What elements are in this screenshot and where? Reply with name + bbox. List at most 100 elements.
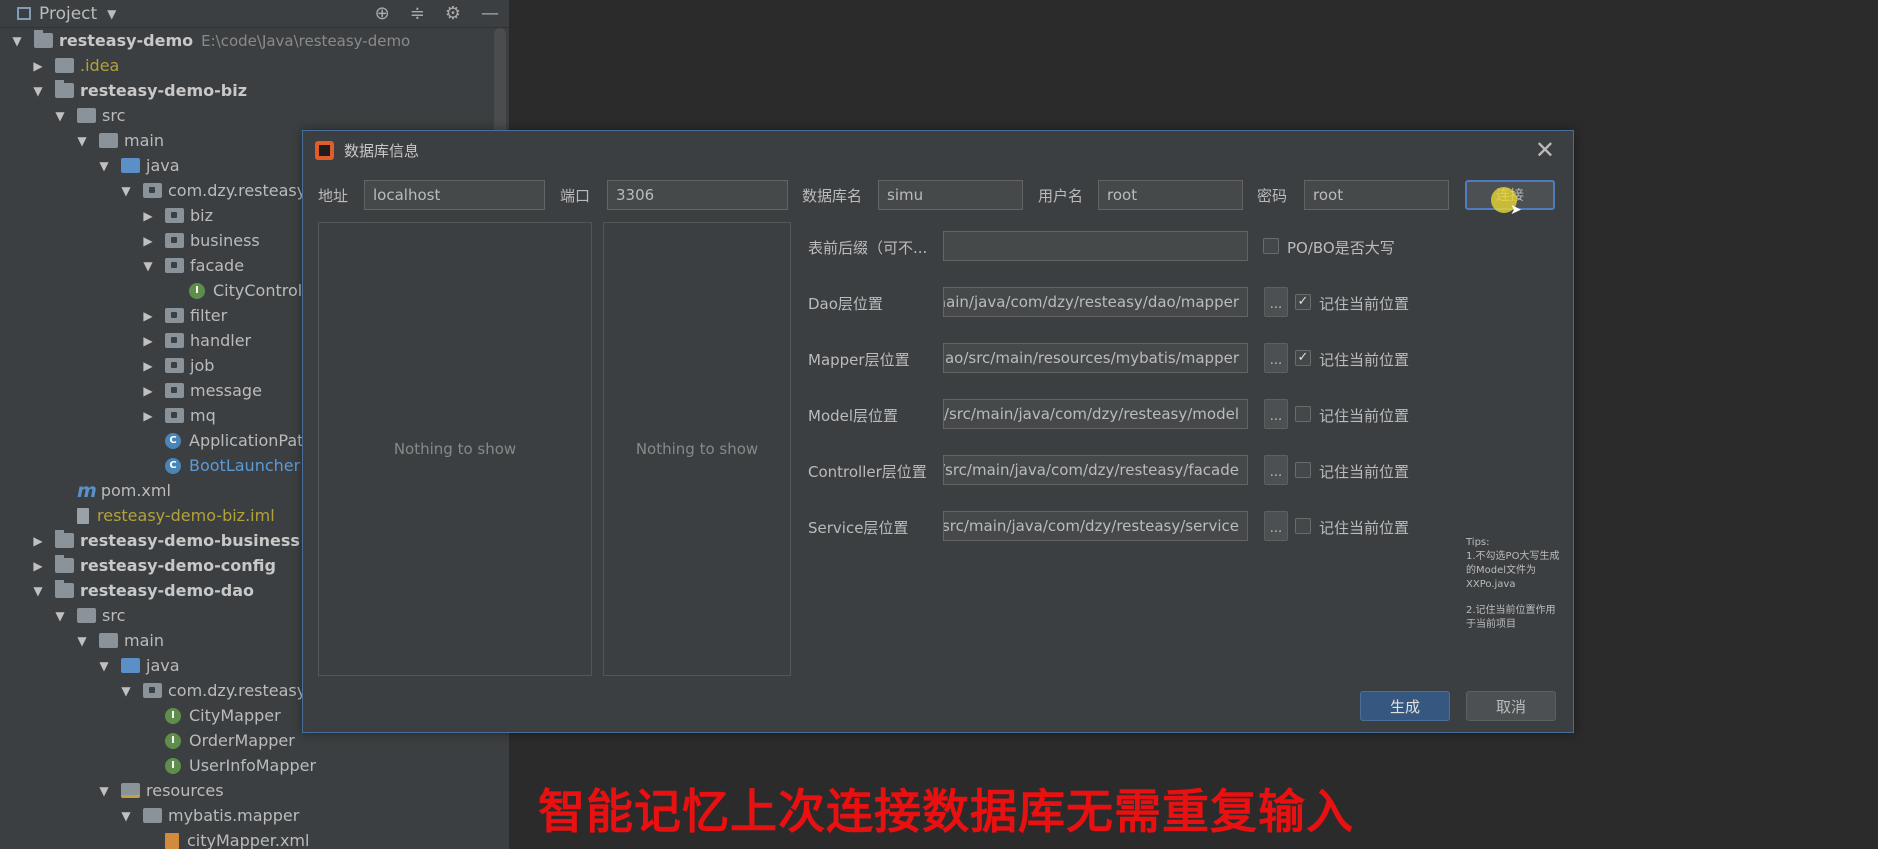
tree-item-city-mapper[interactable]: I CityMapper: [141, 703, 281, 728]
selected-table-list[interactable]: Nothing to show: [603, 222, 791, 676]
dao-location-input[interactable]: aain/java/com/dzy/resteasy/dao/mapper: [943, 287, 1248, 317]
tree-item-mq[interactable]: ▶ mq: [141, 403, 215, 428]
dao-remember-checkbox[interactable]: ✓: [1295, 294, 1311, 310]
project-icon: [17, 7, 31, 20]
tree-item-resteasy-demo-config[interactable]: ▶ resteasy-demo-config: [31, 553, 276, 578]
expand-arrow-icon[interactable]: ▼: [75, 634, 89, 648]
port-input[interactable]: 3306: [607, 180, 788, 210]
tree-item-package[interactable]: ▼ com.dzy.resteasy.d: [119, 678, 319, 703]
generate-button[interactable]: 生成: [1360, 691, 1450, 721]
tree-item-application-path[interactable]: C ApplicationPath: [141, 428, 314, 453]
tree-item-main[interactable]: ▼ main: [75, 628, 164, 653]
tree-item-boot-launcher[interactable]: C BootLauncher: [141, 453, 300, 478]
expand-arrow-icon[interactable]: ▼: [31, 84, 45, 98]
controller-location-input[interactable]: /src/main/java/com/dzy/resteasy/facade: [943, 455, 1248, 485]
controller-browse-button[interactable]: ...: [1264, 455, 1288, 485]
collapse-arrow-icon[interactable]: ▶: [141, 309, 155, 323]
minimize-icon[interactable]: —: [481, 3, 499, 24]
tree-item-user-info-mapper[interactable]: I UserInfoMapper: [141, 753, 316, 778]
package-icon: [165, 208, 184, 223]
service-location-input[interactable]: src/main/java/com/dzy/resteasy/service: [943, 511, 1248, 541]
address-input[interactable]: localhost: [364, 180, 545, 210]
collapse-arrow-icon[interactable]: ▶: [31, 534, 45, 548]
chevron-down-icon[interactable]: ▼: [107, 7, 116, 21]
tree-item-resteasy-demo-business[interactable]: ▶ resteasy-demo-business: [31, 528, 300, 553]
expand-arrow-icon[interactable]: ▼: [97, 784, 111, 798]
model-remember-checkbox[interactable]: [1295, 406, 1311, 422]
tree-item-src[interactable]: ▼ src: [53, 103, 125, 128]
mapper-remember-checkbox[interactable]: ✓: [1295, 350, 1311, 366]
tree-item-java[interactable]: ▼ java: [97, 153, 179, 178]
dao-remember-label: 记住当前位置: [1319, 295, 1410, 313]
tree-item-handler[interactable]: ▶ handler: [141, 328, 251, 353]
username-input[interactable]: root: [1098, 180, 1243, 210]
tree-item-facade[interactable]: ▼ facade: [141, 253, 244, 278]
expand-arrow-icon[interactable]: ▼: [75, 134, 89, 148]
tree-item-filter[interactable]: ▶ filter: [141, 303, 227, 328]
address-label: 地址: [318, 187, 349, 205]
tree-item-message[interactable]: ▶ message: [141, 378, 262, 403]
collapse-arrow-icon[interactable]: ▶: [141, 234, 155, 248]
uppercase-checkbox[interactable]: [1263, 238, 1279, 254]
crosshair-icon[interactable]: ⊕: [375, 3, 390, 24]
package-icon: [143, 683, 162, 698]
expand-arrow-icon[interactable]: ▼: [97, 159, 111, 173]
password-input[interactable]: root: [1304, 180, 1449, 210]
tree-item-iml[interactable]: resteasy-demo-biz.iml: [53, 503, 275, 528]
collapse-arrow-icon[interactable]: ▶: [141, 334, 155, 348]
tree-item-job[interactable]: ▶ job: [141, 353, 214, 378]
tree-item-main[interactable]: ▼ main: [75, 128, 164, 153]
model-location-label: Model层位置: [808, 407, 899, 425]
folder-icon: [55, 58, 74, 73]
panel-toolbar: ⊕ ≑ ⚙ —: [375, 0, 499, 27]
tree-item-resteasy-demo-dao[interactable]: ▼ resteasy-demo-dao: [31, 578, 254, 603]
panel-title[interactable]: Project: [39, 4, 97, 24]
tree-item-biz[interactable]: ▶ biz: [141, 203, 213, 228]
expand-arrow-icon[interactable]: ▼: [53, 109, 67, 123]
gear-icon[interactable]: ⚙: [445, 3, 461, 24]
expand-arrow-icon[interactable]: ▼: [141, 259, 155, 273]
collapse-arrow-icon[interactable]: ▶: [141, 209, 155, 223]
tree-item-city-mapper-xml[interactable]: cityMapper.xml: [141, 828, 309, 849]
expand-arrow-icon[interactable]: ▼: [119, 684, 133, 698]
tree-item-business[interactable]: ▶ business: [141, 228, 259, 253]
expand-arrow-icon[interactable]: ▼: [119, 184, 133, 198]
expand-arrow-icon[interactable]: ▼: [53, 609, 67, 623]
cancel-button[interactable]: 取消: [1466, 691, 1556, 721]
dao-browse-button[interactable]: ...: [1264, 287, 1288, 317]
table-prefix-input[interactable]: [943, 231, 1248, 261]
model-location-input[interactable]: /src/main/java/com/dzy/resteasy/model: [943, 399, 1248, 429]
database-name-input[interactable]: simu: [878, 180, 1023, 210]
tree-item-order-mapper[interactable]: I OrderMapper: [141, 728, 295, 753]
collapse-arrow-icon[interactable]: ▶: [141, 409, 155, 423]
expand-arrow-icon[interactable]: ▼: [10, 34, 24, 48]
tree-item-java[interactable]: ▼ java: [97, 653, 179, 678]
collapse-arrow-icon[interactable]: ▶: [31, 559, 45, 573]
controller-remember-checkbox[interactable]: [1295, 462, 1311, 478]
close-icon[interactable]: ✕: [1535, 136, 1555, 164]
mouse-cursor-icon: ➤: [1510, 202, 1522, 218]
tree-item-city-controller[interactable]: I CityControlle: [165, 278, 316, 303]
mapper-browse-button[interactable]: ...: [1264, 343, 1288, 373]
tree-item-pom-xml[interactable]: m pom.xml: [53, 478, 171, 503]
collapse-arrow-icon[interactable]: ▶: [141, 384, 155, 398]
collapse-arrow-icon[interactable]: ▶: [141, 359, 155, 373]
collapse-icon[interactable]: ≑: [410, 3, 425, 24]
tree-item-resources[interactable]: ▼ resources: [97, 778, 223, 803]
mapper-location-input[interactable]: ao/src/main/resources/mybatis/mapper: [943, 343, 1248, 373]
model-browse-button[interactable]: ...: [1264, 399, 1288, 429]
tree-item-resteasy-demo-biz[interactable]: ▼ resteasy-demo-biz: [31, 78, 247, 103]
collapse-arrow-icon[interactable]: ▶: [31, 59, 45, 73]
expand-arrow-icon[interactable]: ▼: [119, 809, 133, 823]
service-browse-button[interactable]: ...: [1264, 511, 1288, 541]
expand-arrow-icon[interactable]: ▼: [31, 584, 45, 598]
tree-item-src[interactable]: ▼ src: [53, 603, 125, 628]
tree-item-resteasy-demo[interactable]: ▼ resteasy-demo E:\code\Java\resteasy-de…: [10, 28, 410, 53]
expand-arrow-icon[interactable]: ▼: [97, 659, 111, 673]
dialog-titlebar[interactable]: 数据库信息 ✕: [303, 131, 1573, 169]
service-remember-checkbox[interactable]: [1295, 518, 1311, 534]
table-list[interactable]: Nothing to show: [318, 222, 592, 676]
tree-item-idea[interactable]: ▶ .idea: [31, 53, 119, 78]
tree-item-package[interactable]: ▼ com.dzy.resteasy: [119, 178, 306, 203]
tree-item-mybatis-mapper[interactable]: ▼ mybatis.mapper: [119, 803, 299, 828]
